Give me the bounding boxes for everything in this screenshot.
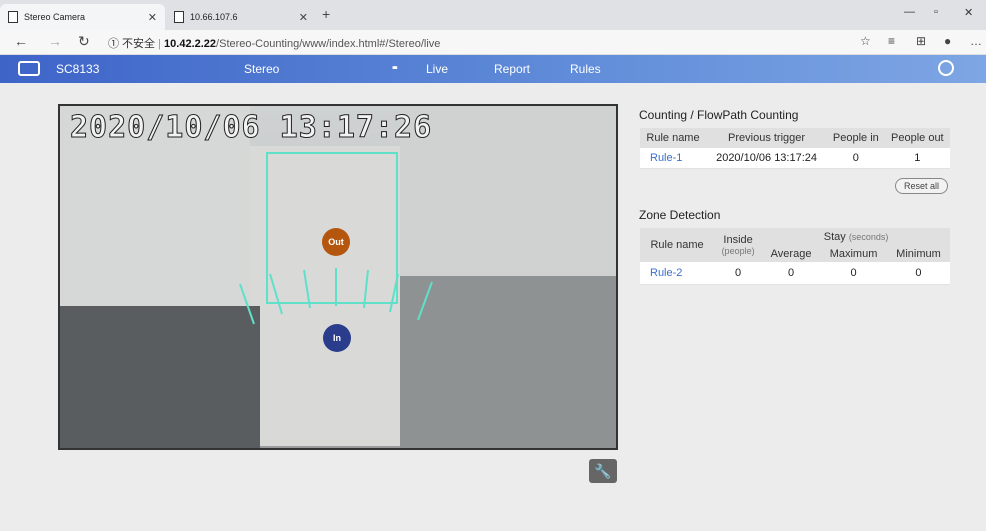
browser-tab-ip[interactable]: 10.66.107.6 ✕ [166,4,316,30]
col-rule-name: Rule name [640,228,715,262]
address-bar-row: ← → ↻ ① 不安全 | 10.42.2.22/Stereo-Counting… [0,30,986,55]
col-previous-trigger: Previous trigger [706,128,828,148]
more-icon[interactable]: … [970,34,982,48]
page-icon [174,11,184,23]
maximum-cell: 0 [820,262,887,285]
counting-table: Rule name Previous trigger People in Peo… [640,128,950,169]
browser-tab-stereo-camera[interactable]: Stereo Camera ✕ [0,4,165,30]
restore-button[interactable]: ▫ [934,6,938,18]
flow-arrow [303,269,311,309]
section-stereo[interactable]: Stereo [244,62,279,76]
flow-arrows [239,268,433,325]
people-out-cell: 1 [884,148,950,169]
security-label: ① 不安全 [108,38,156,50]
url-host: 10.42.2.22 [164,38,217,50]
live-video-view: 2020/10/06 13:17:26 Out In [58,104,618,450]
inside-cell: 0 [714,262,763,285]
app-nav-bar: SC8133 Stereo ▪▪ Live Report Rules [0,55,986,83]
back-icon[interactable]: ← [14,33,28,49]
col-minimum: Minimum [886,245,950,262]
refresh-icon[interactable]: ↻ [78,33,90,50]
close-tab-icon[interactable]: ✕ [299,11,308,24]
nav-live[interactable]: Live [426,62,448,76]
in-badge: In [323,324,351,352]
wrench-icon[interactable]: 🔧 [589,459,617,483]
col-inside: Inside (people) [714,228,763,262]
new-tab-button[interactable]: + [322,6,330,22]
col-stay: Stay (seconds) [762,228,950,245]
collections-icon[interactable]: ⊞ [916,34,926,48]
zone-table: Rule name Inside (people) Stay (seconds)… [640,228,950,285]
flow-arrow [389,273,399,313]
reset-all-button[interactable]: Reset all [895,178,949,194]
grid-icon[interactable]: ▪▪ [392,62,398,74]
trigger-cell: 2020/10/06 13:17:24 [706,148,828,169]
url-path: /Stereo-Counting/www/index.html#/Stereo/… [216,38,441,50]
flow-arrow [363,269,369,309]
stay-label: Stay [823,230,846,243]
table-row: Rule-2 0 0 0 0 [640,262,950,285]
flow-arrow [239,283,255,325]
nav-report[interactable]: Report [494,62,530,76]
rule-link[interactable]: Rule-1 [640,148,706,169]
average-cell: 0 [762,262,821,285]
inside-sub: (people) [721,246,755,256]
flow-arrow [269,273,283,315]
minimize-button[interactable]: — [904,6,915,18]
device-name: SC8133 [56,62,100,76]
minimum-cell: 0 [886,262,950,285]
people-in-cell: 0 [827,148,885,169]
nav-rules[interactable]: Rules [570,62,601,76]
user-icon[interactable] [938,60,954,76]
inside-label: Inside [723,234,753,246]
table-row: Rule-1 2020/10/06 13:17:24 0 1 [640,148,950,169]
url-field[interactable]: ① 不安全 | 10.42.2.22/Stereo-Counting/www/i… [108,35,440,51]
tab-label: 10.66.107.6 [190,12,238,22]
forward-icon[interactable]: → [48,33,62,49]
tab-label: Stereo Camera [24,12,86,22]
reading-list-icon[interactable]: ≡ [888,34,895,48]
col-average: Average [762,245,821,262]
page-icon [8,11,18,23]
close-tab-icon[interactable]: ✕ [148,11,157,24]
zone-title: Zone Detection [639,208,721,222]
col-people-out: People out [884,128,950,148]
browser-tab-strip: Stereo Camera ✕ 10.66.107.6 ✕ + — ▫ ✕ [0,0,986,30]
profile-icon[interactable]: ● [944,34,951,48]
stay-sub: (seconds) [848,231,889,242]
camera-logo-icon [18,61,40,76]
col-people-in: People in [827,128,885,148]
out-badge: Out [322,228,350,256]
rule-link[interactable]: Rule-2 [640,262,715,285]
col-rule-name: Rule name [640,128,706,148]
counting-title: Counting / FlowPath Counting [639,108,799,122]
flow-arrow [417,281,433,321]
close-window-button[interactable]: ✕ [964,6,973,19]
col-maximum: Maximum [820,245,887,262]
favorite-icon[interactable]: ☆ [860,34,871,48]
